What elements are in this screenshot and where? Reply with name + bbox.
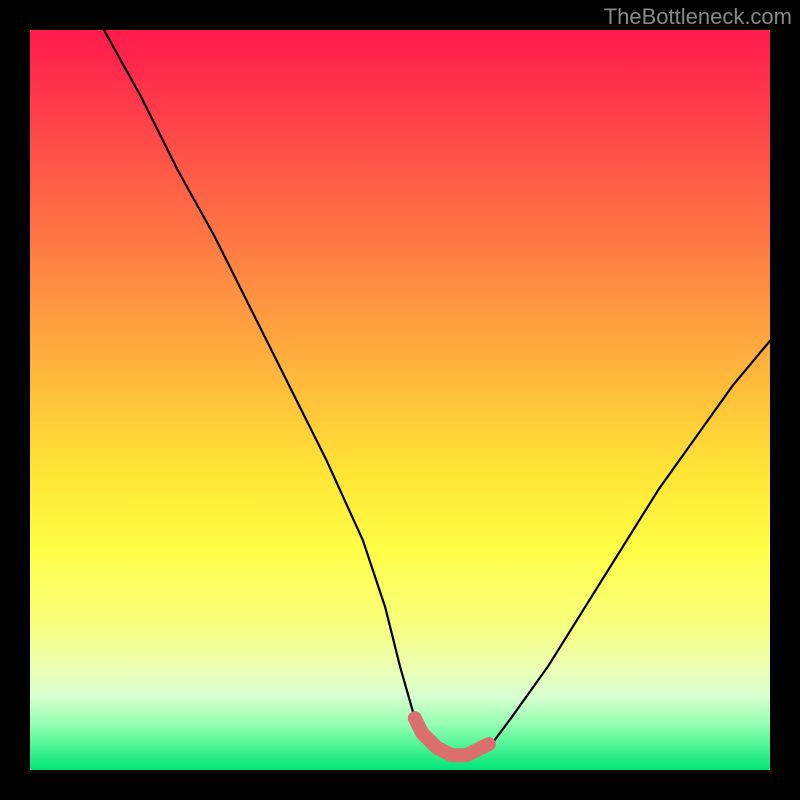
chart-plot-area [30,30,770,770]
highlight-segment-path [415,718,489,755]
bottleneck-curve-path [104,30,770,755]
chart-svg [30,30,770,770]
watermark-label: TheBottleneck.com [604,4,792,30]
